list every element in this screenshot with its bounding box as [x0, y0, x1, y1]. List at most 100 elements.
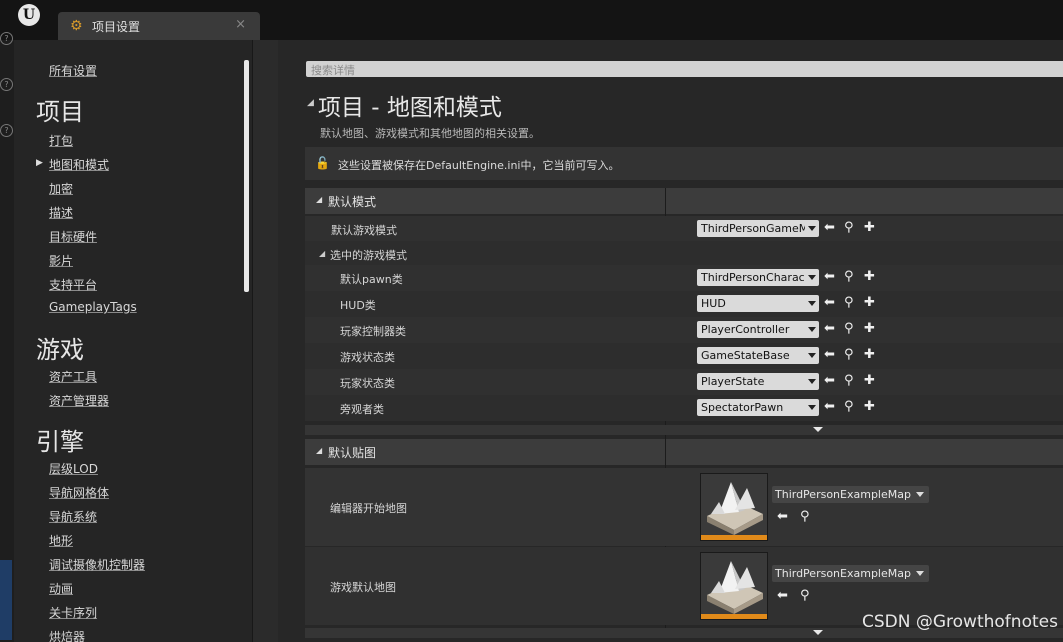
player-controller-dropdown[interactable]: PlayerController: [697, 321, 819, 338]
game-map-dropdown[interactable]: ThirdPersonExampleMap: [772, 565, 929, 582]
help-icon[interactable]: ?: [0, 32, 13, 45]
search-input[interactable]: 搜索详情: [306, 61, 1063, 77]
arrow-left-icon[interactable]: ⬅: [777, 509, 788, 525]
sidebar-item-asset-tools[interactable]: 资产工具: [49, 368, 97, 385]
sidebar-item-level-sequence[interactable]: 关卡序列: [49, 604, 97, 621]
sidebar-item-target-hardware[interactable]: 目标硬件: [49, 228, 97, 245]
sidebar-item-asset-manager[interactable]: 资产管理器: [49, 392, 109, 409]
sidebar-item-description[interactable]: 描述: [49, 204, 73, 221]
tab-project-settings[interactable]: ⚙ 项目设置 ×: [58, 12, 260, 40]
dropdown-value: PlayerController: [701, 323, 790, 336]
search-icon[interactable]: ⚲: [844, 295, 854, 311]
arrow-left-icon[interactable]: ⬅: [824, 347, 835, 363]
sidebar-scrollbar[interactable]: [244, 60, 249, 292]
page-title: 项目 - 地图和模式: [318, 95, 502, 121]
background-viewport: [0, 560, 12, 640]
plus-icon[interactable]: ✚: [864, 220, 875, 236]
section-default-maps[interactable]: ◢ 默认贴图: [305, 439, 1063, 465]
sidebar-item-nav-system[interactable]: 导航系统: [49, 508, 97, 525]
hud-class-dropdown[interactable]: HUD: [697, 295, 819, 312]
map-asset-icon: [707, 482, 763, 535]
search-icon[interactable]: ⚲: [844, 399, 854, 415]
property-label: 默认游戏模式: [331, 224, 397, 237]
search-icon[interactable]: ⚲: [844, 321, 854, 337]
sidebar-item-packaging[interactable]: 打包: [49, 132, 73, 149]
asset-type-bar: [701, 614, 767, 619]
arrow-left-icon[interactable]: ⬅: [824, 373, 835, 389]
property-label: 编辑器开始地图: [330, 502, 407, 515]
plus-icon[interactable]: ✚: [864, 373, 875, 389]
dropdown-value: SpectatorPawn: [701, 401, 784, 414]
chevron-down-icon: [916, 492, 924, 497]
plus-icon[interactable]: ✚: [864, 321, 875, 337]
collapse-arrow-icon[interactable]: ◢: [307, 98, 314, 108]
property-label: HUD类: [340, 299, 376, 312]
search-icon[interactable]: ⚲: [800, 588, 810, 604]
search-placeholder: 搜索详情: [311, 64, 355, 77]
config-notice: 🔓 这些设置被保存在DefaultEngine.ini中，它当前可写入。: [305, 147, 1063, 180]
row-player-state: 玩家状态类 PlayerState ⬅ ⚲ ✚: [305, 369, 1063, 395]
dropdown-value: ThirdPersonGameMode: [701, 222, 805, 235]
game-state-dropdown[interactable]: GameStateBase: [697, 347, 819, 364]
row-default-pawn: 默认pawn类 ThirdPersonCharacter ⬅ ⚲ ✚: [305, 265, 1063, 291]
arrow-left-icon[interactable]: ⬅: [777, 588, 788, 604]
group-label: 选中的游戏模式: [330, 249, 407, 262]
sidebar-item-gameplaytags[interactable]: GameplayTags: [49, 300, 137, 314]
dropdown-value: ThirdPersonCharacter: [701, 271, 805, 284]
plus-icon[interactable]: ✚: [864, 399, 875, 415]
expand-advanced-button[interactable]: [305, 425, 1063, 435]
sidebar-item-navmesh[interactable]: 导航网格体: [49, 484, 109, 501]
collapse-arrow-icon: ◢: [319, 249, 326, 258]
arrow-left-icon[interactable]: ⬅: [824, 269, 835, 285]
category-project: 项目: [36, 98, 84, 126]
row-selected-game-mode[interactable]: ◢ 选中的游戏模式: [305, 241, 1063, 267]
sidebar-item-all-settings[interactable]: 所有设置: [49, 62, 97, 79]
map-thumbnail[interactable]: [700, 552, 768, 620]
search-icon[interactable]: ⚲: [844, 373, 854, 389]
sidebar-item-animation[interactable]: 动画: [49, 580, 73, 597]
sidebar-item-movies[interactable]: 影片: [49, 252, 73, 269]
search-icon[interactable]: ⚲: [844, 347, 854, 363]
dropdown-value: ThirdPersonExampleMap: [775, 567, 911, 580]
pawn-class-dropdown[interactable]: ThirdPersonCharacter: [697, 269, 819, 286]
game-mode-dropdown[interactable]: ThirdPersonGameMode: [697, 220, 819, 237]
search-icon[interactable]: ⚲: [800, 509, 810, 525]
search-icon[interactable]: ⚲: [844, 220, 854, 236]
tab-label: 项目设置: [92, 20, 141, 34]
arrow-left-icon[interactable]: ⬅: [824, 321, 835, 337]
player-state-dropdown[interactable]: PlayerState: [697, 373, 819, 390]
section-default-modes[interactable]: ◢ 默认模式: [305, 188, 1063, 214]
sidebar-item-supported-platforms[interactable]: 支持平台: [49, 276, 97, 293]
row-spectator: 旁观者类 SpectatorPawn ⬅ ⚲ ✚: [305, 395, 1063, 421]
plus-icon[interactable]: ✚: [864, 269, 875, 285]
close-tab-icon[interactable]: ×: [235, 17, 246, 32]
arrow-left-icon[interactable]: ⬅: [824, 399, 835, 415]
sidebar-item-cooker[interactable]: 烘焙器: [49, 628, 85, 642]
panel-splitter[interactable]: [252, 40, 279, 642]
plus-icon[interactable]: ✚: [864, 347, 875, 363]
plus-icon[interactable]: ✚: [864, 295, 875, 311]
arrow-left-icon[interactable]: ⬅: [824, 220, 835, 236]
chevron-down-icon: [808, 226, 816, 231]
spectator-dropdown[interactable]: SpectatorPawn: [697, 399, 819, 416]
sidebar-item-hlod[interactable]: 层级LOD: [49, 460, 98, 477]
help-icon[interactable]: ?: [0, 124, 13, 137]
search-icon[interactable]: ⚲: [844, 269, 854, 285]
property-label: 玩家控制器类: [340, 325, 406, 338]
arrow-left-icon[interactable]: ⬅: [824, 295, 835, 311]
dropdown-value: HUD: [701, 297, 726, 310]
help-icon[interactable]: ?: [0, 78, 13, 91]
sidebar-item-encryption[interactable]: 加密: [49, 180, 73, 197]
map-thumbnail[interactable]: [700, 473, 768, 541]
section-title: 默认模式: [328, 195, 377, 209]
sidebar-item-maps-modes[interactable]: 地图和模式: [49, 156, 109, 173]
settings-gear-icon: ⚙: [70, 18, 83, 34]
sidebar-item-landscape[interactable]: 地形: [49, 532, 73, 549]
editor-map-dropdown[interactable]: ThirdPersonExampleMap: [772, 486, 929, 503]
property-label: 玩家状态类: [340, 377, 395, 390]
chevron-down-icon: [813, 427, 823, 432]
section-title: 默认贴图: [328, 446, 377, 460]
sidebar-item-debug-camera[interactable]: 调试摄像机控制器: [49, 556, 145, 573]
unlock-icon: 🔓: [315, 156, 330, 170]
selected-arrow-icon: ▶: [36, 158, 43, 168]
